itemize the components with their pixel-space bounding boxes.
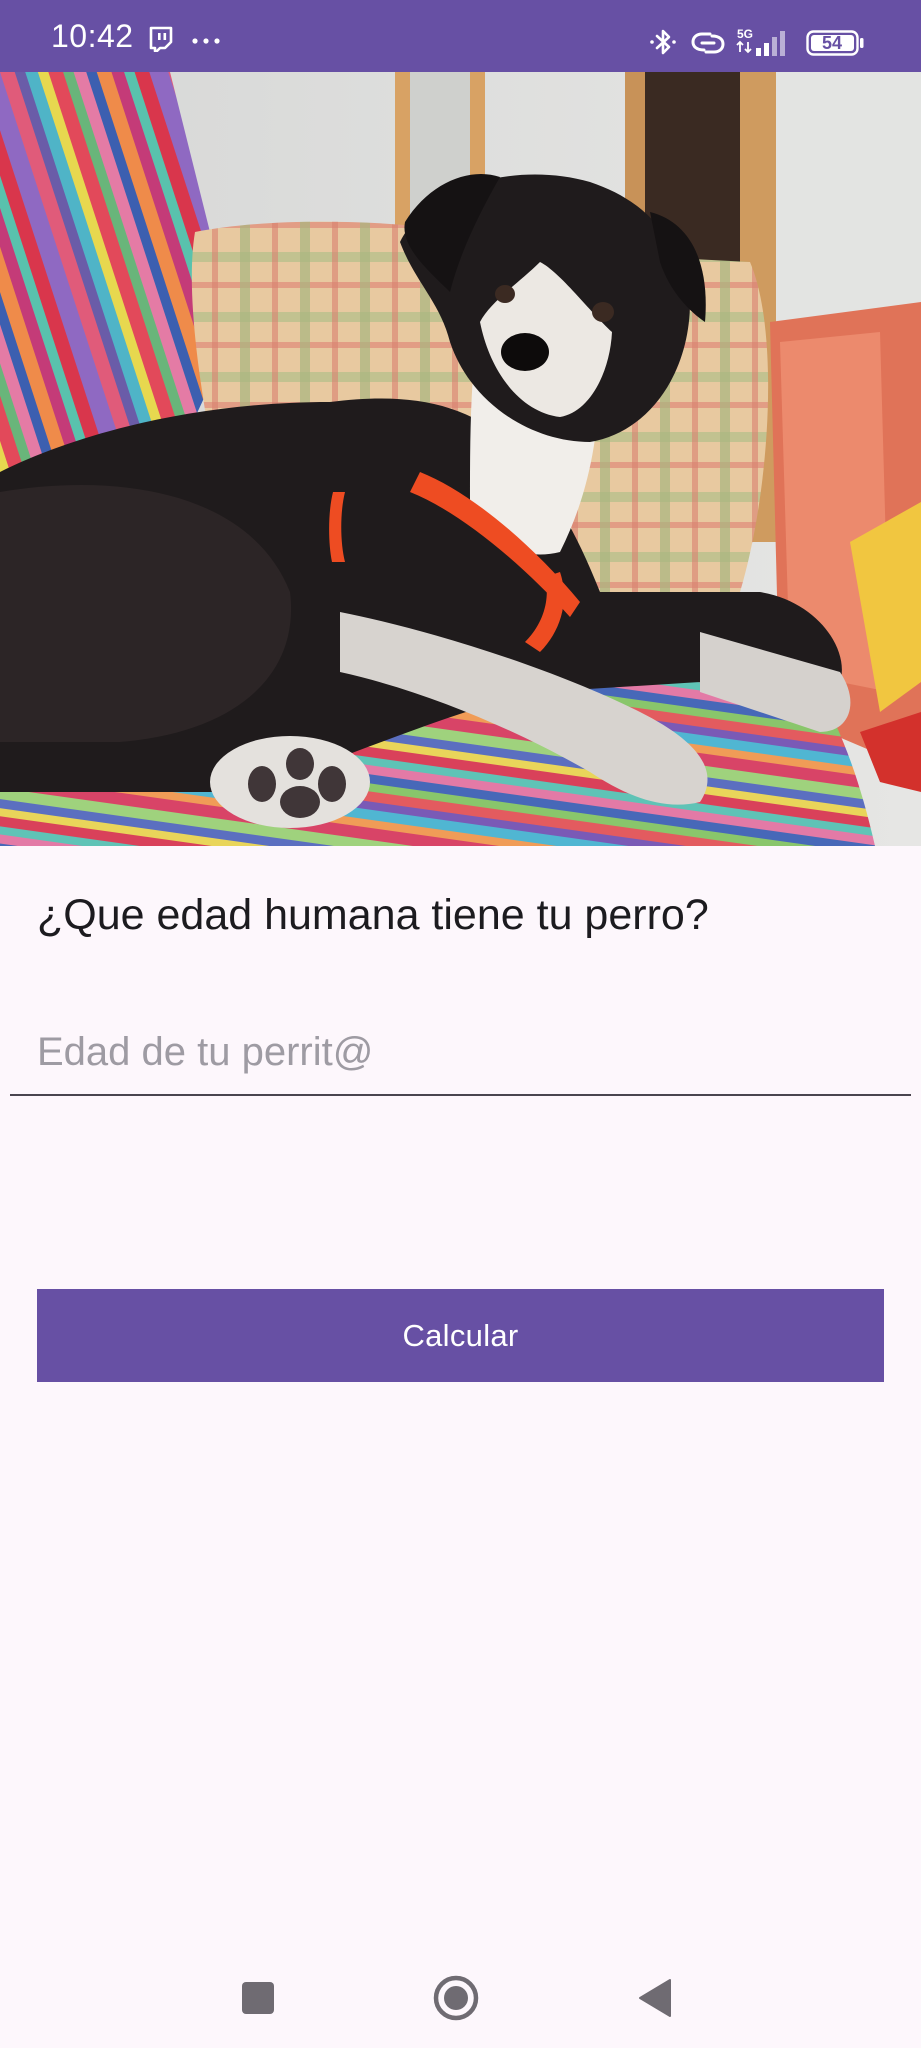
- recents-square-icon[interactable]: [230, 1970, 286, 2026]
- status-time: 10:42: [51, 18, 134, 54]
- signal-icon: 5G: [736, 27, 785, 56]
- network-type-label: 5G: [737, 27, 753, 41]
- home-circle-icon[interactable]: [428, 1970, 484, 2026]
- dog-photo-illustration: [0, 72, 921, 846]
- status-bar: 10:42 5G 54: [0, 0, 921, 72]
- system-navigation-bar: [0, 1940, 921, 2048]
- dog-photo: [0, 72, 921, 846]
- calculate-button[interactable]: Calcular: [37, 1289, 884, 1382]
- link-icon: [691, 32, 725, 54]
- twitch-notification-icon: [149, 26, 173, 52]
- back-triangle-icon[interactable]: [628, 1970, 684, 2026]
- question-heading: ¿Que edad humana tiene tu perro?: [37, 891, 709, 939]
- bluetooth-icon: [650, 29, 676, 55]
- dog-age-input[interactable]: [10, 1010, 911, 1096]
- battery-level: 54: [821, 33, 843, 53]
- more-dots-icon: [192, 38, 220, 44]
